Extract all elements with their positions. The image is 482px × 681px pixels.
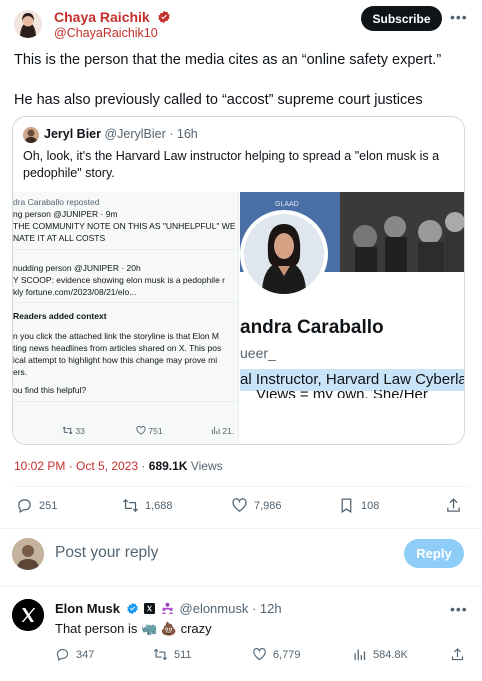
qi-stat-views: 21. (211, 426, 234, 437)
reply-button[interactable]: Reply (404, 539, 464, 568)
quote-image-left[interactable]: dra Caraballo reposted ng person @JUNIPE… (13, 192, 239, 444)
reply-icon (56, 648, 69, 662)
reply-retweet-action[interactable]: 511 (153, 647, 192, 662)
profile-bio-highlight: al Instructor, Harvard Law Cyberla (240, 371, 465, 388)
profile-handle: ueer_ (240, 345, 276, 361)
qi-line8: n you click the attached link the storyl… (13, 331, 219, 341)
quote-author-handle: @JerylBier (104, 127, 166, 141)
views-count: 689.1K (148, 459, 188, 473)
retweet-icon (122, 498, 139, 513)
qi-stat-likes: 751 (136, 426, 163, 437)
share-action[interactable] (445, 497, 462, 514)
divider (0, 586, 482, 587)
qi-line3: NATE IT AT ALL COSTS (13, 233, 106, 243)
retweet-action[interactable]: 1,688 (122, 497, 173, 514)
qi-line7: Readers added context (13, 311, 107, 321)
reply-icon (18, 499, 31, 514)
qi-line5: Y SCOOP: evidence showing elon musk is a… (13, 275, 225, 285)
reply-reply-action[interactable]: 347 (55, 647, 94, 662)
views-label: Views (190, 459, 223, 473)
current-user-avatar[interactable] (12, 538, 44, 570)
banner-text: GLAAD (275, 201, 299, 208)
quote-author-avatar (23, 127, 39, 143)
heart-icon (232, 498, 247, 512)
reply-share-action[interactable] (450, 647, 465, 662)
qi-line2: THE COMMUNITY NOTE ON THIS AS "UNHELPFUL… (13, 221, 236, 231)
qi-line11: ers. (13, 367, 28, 377)
bookmark-action[interactable]: 108 (338, 497, 379, 514)
qi-line6: kly fortune.com/2023/08/21/elo... (13, 287, 137, 297)
x-affiliate-badge-icon (144, 603, 156, 614)
author-handle[interactable]: @ChayaRaichik10 (54, 26, 158, 40)
qi-line1-name: ng person (13, 209, 51, 219)
reply-action[interactable]: 251 (16, 497, 57, 514)
bookmark-icon (341, 498, 352, 514)
tweet-text-line2: He has also previously called to “accost… (14, 92, 423, 108)
profile-avatar (240, 210, 328, 298)
tweet-timestamp[interactable]: 10:02 PM · Oct 5, 2023 (14, 459, 138, 473)
reply-like-action[interactable]: 6,779 (252, 647, 301, 662)
reply-time[interactable]: · 12h (252, 601, 282, 616)
analytics-icon (354, 649, 366, 661)
x-logo-icon (12, 599, 44, 631)
quote-image-right[interactable]: GLAAD andra Caraballo ueer_ al Instructo… (240, 192, 465, 444)
author-avatar[interactable] (14, 10, 42, 38)
author-name[interactable]: Chaya Raichik (54, 9, 150, 25)
qi-reposted: dra Caraballo reposted (13, 197, 100, 207)
verified-badge-icon (158, 10, 170, 24)
heart-icon (253, 648, 266, 661)
verified-badge-icon (126, 602, 138, 615)
divider (14, 486, 468, 487)
reply-author-name[interactable]: Elon Musk (55, 601, 120, 616)
reply-more-options-icon[interactable]: ••• (450, 601, 468, 617)
reply-input[interactable]: Post your reply (55, 544, 158, 562)
reply-author-handle[interactable]: @elonmusk (180, 601, 249, 616)
qi-stat-retweets: 33 (62, 426, 85, 437)
quote-text: Oh, look, it's the Harvard Law instructo… (23, 149, 440, 180)
more-options-icon[interactable]: ••• (450, 9, 468, 25)
share-icon (451, 648, 464, 661)
reply-views-action[interactable]: 584.8K (352, 647, 408, 662)
profile-name: andra Caraballo (240, 317, 384, 338)
reply-author-avatar[interactable] (12, 599, 44, 631)
retweet-icon (153, 648, 168, 661)
qi-line9: ting news headlines from articles shared… (13, 343, 222, 353)
tweet-meta: 10:02 PM · Oct 5, 2023 · 689.1K Views (14, 459, 223, 473)
subscribe-button[interactable]: Subscribe (361, 6, 442, 31)
qi-line12: ou find this helpful? (13, 385, 87, 395)
tweet-text-line1: This is the person that the media cites … (14, 52, 442, 68)
share-icon (447, 498, 460, 512)
qi-line1-meta: @JUNIPER · 9m (53, 209, 118, 219)
like-action[interactable]: 7,986 (231, 497, 282, 514)
people-badge-icon (161, 602, 174, 614)
reply-text: That person is 🦏 💩 crazy (55, 621, 212, 636)
qi-line4-meta: @JUNIPER · 20h (73, 263, 141, 273)
qi-line10: ical attempt to highlight how this chang… (13, 355, 218, 365)
qi-line4-name: nudding person (13, 263, 72, 273)
quote-author-name: Jeryl Bier (44, 127, 101, 141)
divider (0, 528, 482, 529)
quote-time: · 16h (169, 127, 198, 141)
profile-bio-cut: Views = my own. She/Her (240, 390, 464, 398)
quote-tweet-card[interactable]: Jeryl Bier @JerylBier · 16h Oh, look, it… (12, 116, 465, 445)
